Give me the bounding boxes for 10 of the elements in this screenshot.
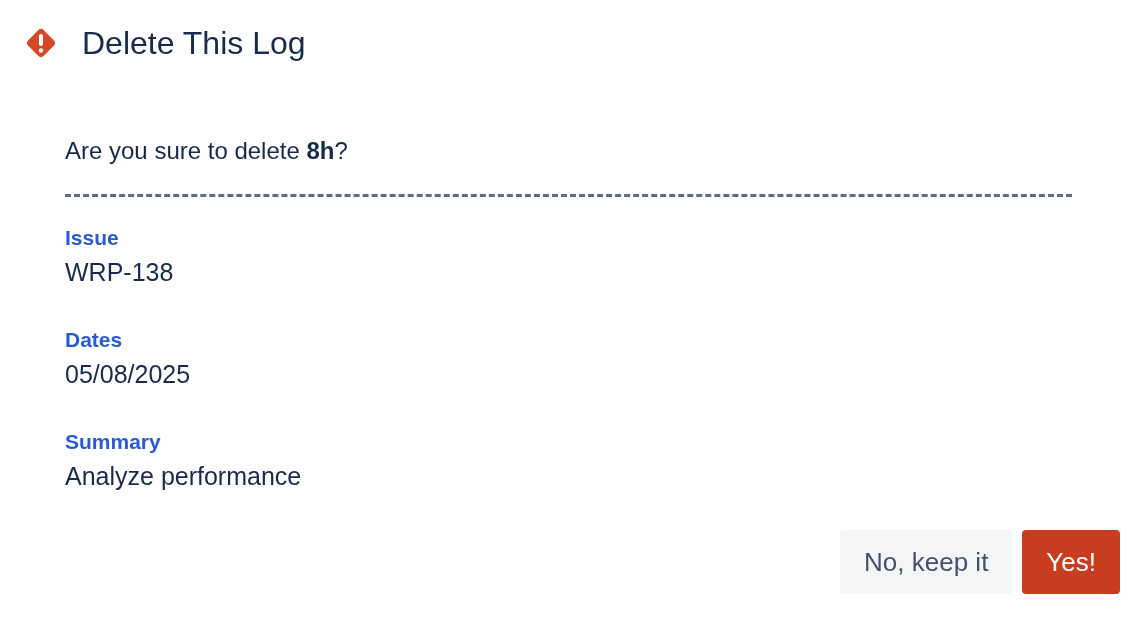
field-label: Dates xyxy=(65,327,124,353)
cancel-button[interactable]: No, keep it xyxy=(840,530,1013,594)
confirm-button[interactable]: Yes! xyxy=(1022,530,1120,594)
field-value: 05/08/2025 xyxy=(65,359,192,389)
field-value: WRP-138 xyxy=(65,257,175,287)
confirmation-message: Are you sure to delete 8h? xyxy=(65,136,349,166)
field-label: Summary xyxy=(65,429,162,455)
field-label: Issue xyxy=(65,225,120,251)
field-value: Analyze performance xyxy=(65,461,303,491)
dialog-title: Delete This Log xyxy=(82,24,306,62)
